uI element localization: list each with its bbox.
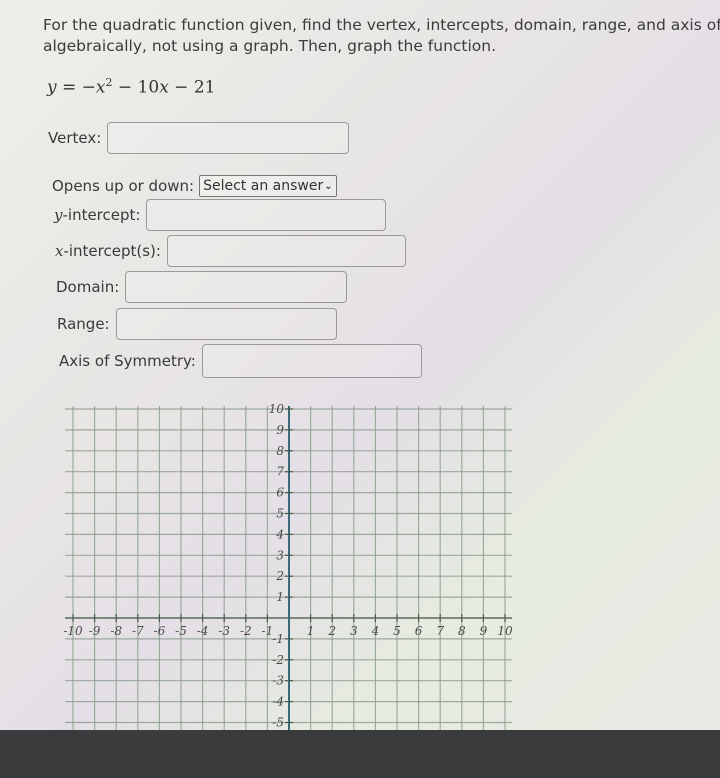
x-tick-label: 10 <box>497 624 513 638</box>
axis-of-symmetry-label: Axis of Symmetry: <box>59 352 196 370</box>
axis-row: Axis of Symmetry: <box>59 344 422 378</box>
y-intercept-row: y-intercept: <box>54 199 387 231</box>
x-tick-label: 8 <box>458 624 466 638</box>
y-tick-label: 10 <box>269 402 285 416</box>
range-input[interactable] <box>115 308 337 340</box>
vertex-input[interactable] <box>107 122 350 154</box>
x-intercepts-input[interactable] <box>166 235 406 267</box>
opens-row: Opens up or down: Select an answer ⌄ <box>52 175 337 197</box>
y-tick-label: 9 <box>276 423 284 437</box>
y-tick-label: 5 <box>276 507 284 521</box>
y-tick-label: -2 <box>272 653 284 667</box>
domain-row: Domain: <box>56 271 348 303</box>
x-intercepts-row: x-intercept(s): <box>55 235 406 267</box>
x-tick-label: 5 <box>393 624 401 638</box>
x-tick-label: 1 <box>307 624 315 638</box>
x-tick-label: -3 <box>218 624 230 638</box>
x-tick-label: -10 <box>63 624 83 638</box>
y-tick-label: 8 <box>276 444 284 458</box>
opens-selected-value: Select an answer <box>203 178 324 194</box>
question-prompt: For the quadratic function given, find t… <box>43 15 720 57</box>
graph-area[interactable]: -10 -9 -8 -7 -6 -5 -4 -3 -2 -1 1 2 3 4 5 6 7 8 9 10 10 9 8 7 6 5 4… <box>60 398 520 730</box>
range-row: Range: <box>57 308 337 340</box>
x-tick-label: -4 <box>197 624 209 638</box>
x-tick-label: 6 <box>415 624 423 638</box>
prompt-line-2: algebraically, not using a graph. Then, … <box>43 37 497 55</box>
x-tick-label: 7 <box>436 624 444 638</box>
x-tick-label: -7 <box>132 624 144 638</box>
vertex-label: Vertex: <box>48 129 102 147</box>
y-tick-label: 7 <box>276 465 284 479</box>
x-tick-label: 9 <box>480 624 488 638</box>
domain-label: Domain: <box>56 278 120 296</box>
x-intercepts-label: x-intercept(s): <box>55 242 161 260</box>
x-tick-label: 4 <box>371 624 380 638</box>
x-tick-label: 3 <box>350 624 358 638</box>
question-page: For the quadratic function given, find t… <box>0 0 720 730</box>
y-tick-label: -5 <box>272 716 284 730</box>
coordinate-grid[interactable]: -10 -9 -8 -7 -6 -5 -4 -3 -2 -1 1 2 3 4 5 6 7 8 9 1010987654… <box>60 398 520 730</box>
x-tick-label: 2 <box>327 624 336 638</box>
prompt-line-1: For the quadratic function given, find t… <box>43 16 720 34</box>
y-tick-label: -1 <box>272 632 284 646</box>
y-intercept-input[interactable] <box>146 199 387 231</box>
x-tick-label: -6 <box>154 624 166 638</box>
y-intercept-label: y-intercept: <box>54 206 141 224</box>
y-tick-label: 3 <box>276 548 284 562</box>
y-tick-label: 6 <box>276 486 284 500</box>
y-tick-label: -4 <box>272 695 284 709</box>
opens-label: Opens up or down: <box>52 177 195 195</box>
vertex-row: Vertex: <box>48 122 350 154</box>
range-label: Range: <box>57 315 110 333</box>
y-tick-label: 2 <box>275 569 284 583</box>
x-tick-label: -9 <box>89 624 101 638</box>
domain-input[interactable] <box>125 271 348 303</box>
opens-select[interactable]: Select an answer ⌄ <box>199 175 337 197</box>
axis-of-symmetry-input[interactable] <box>201 344 422 378</box>
y-tick-label: 4 <box>275 527 284 541</box>
screen-bezel <box>0 730 720 778</box>
y-tick-label: 1 <box>276 590 284 604</box>
x-tick-label: -5 <box>175 624 187 638</box>
chevron-down-icon: ⌄ <box>324 180 333 192</box>
y-tick-label: -3 <box>272 674 284 688</box>
x-tick-label: -2 <box>240 624 252 638</box>
x-tick-label: -8 <box>110 624 122 638</box>
function-equation: y = −x2 − 10x − 21 <box>47 76 216 98</box>
